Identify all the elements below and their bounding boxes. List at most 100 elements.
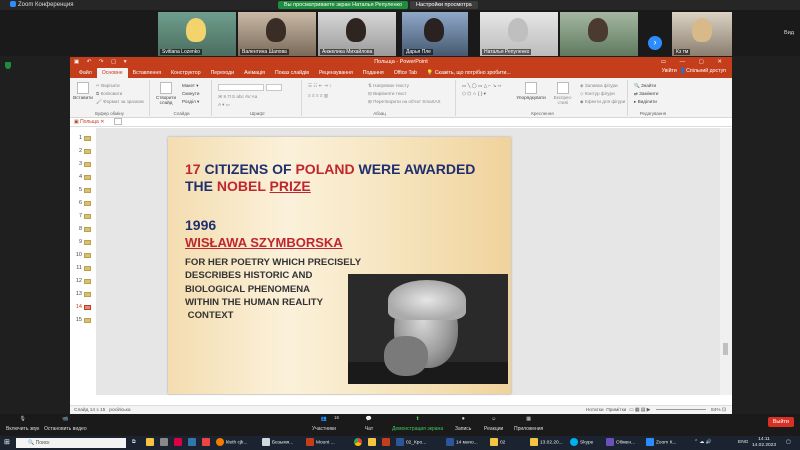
comments-button[interactable]: Примітки bbox=[606, 408, 626, 413]
clock[interactable]: 14:11 14.02.2023 bbox=[752, 437, 776, 449]
slide-thumbnail[interactable]: 9 bbox=[72, 238, 94, 248]
tab-home[interactable]: Основне bbox=[96, 68, 128, 78]
app-icon[interactable] bbox=[368, 438, 378, 448]
tab-file[interactable]: Файл bbox=[74, 68, 97, 78]
taskbar-item[interactable]: 13.02.20... bbox=[530, 438, 563, 448]
slide-thumbnail[interactable]: 5 bbox=[72, 186, 94, 196]
slide-thumbnail[interactable]: 7 bbox=[72, 212, 94, 222]
record-button[interactable]: ⏺ Запись bbox=[455, 416, 471, 432]
slide-thumbnail[interactable]: 11 bbox=[72, 264, 94, 274]
shape-outline-button[interactable]: ◇ Контур фігури bbox=[580, 91, 615, 97]
taskbar-item[interactable]: Mount ... bbox=[306, 438, 335, 448]
app-icon[interactable] bbox=[382, 438, 392, 448]
window-controls[interactable]: ▭ — ▢ ✕ bbox=[661, 57, 728, 67]
scrollbar-thumb[interactable] bbox=[723, 343, 728, 355]
select-button[interactable]: ▸ Виділити bbox=[634, 99, 657, 105]
view-button[interactable]: Вид bbox=[784, 30, 794, 36]
view-options-button[interactable]: Настройки просмотра bbox=[410, 1, 478, 9]
smartart-button[interactable]: ⊞ Перетворити на об'єкт SmartArt bbox=[368, 99, 440, 105]
shape-fill-button[interactable]: ◈ Заливка фігури bbox=[580, 83, 618, 89]
chat-button[interactable]: 💬 Чат bbox=[364, 416, 374, 432]
taskbar-item[interactable]: Zoom К... bbox=[646, 438, 676, 448]
app-icon[interactable] bbox=[188, 438, 198, 448]
font-format-buttons[interactable]: Ж К П S abc AV Aa bbox=[218, 94, 257, 99]
slide-thumbnail[interactable]: 10 bbox=[72, 251, 94, 261]
participants-button[interactable]: 👥 Участники bbox=[312, 416, 336, 432]
find-button[interactable]: 🔍 Знайти bbox=[634, 83, 656, 89]
arrange-button[interactable]: Упорядкувати bbox=[516, 82, 546, 100]
participant-tile[interactable]: Svitlana Lozenko bbox=[158, 12, 236, 56]
sign-in-link[interactable]: Увійти bbox=[662, 68, 677, 74]
tab-design[interactable]: Конструктор bbox=[166, 68, 206, 78]
vertical-scrollbar[interactable] bbox=[720, 128, 732, 395]
document-tab[interactable]: ▣ Польща ✕ bbox=[74, 119, 104, 125]
app-icon[interactable] bbox=[160, 438, 170, 448]
participant-tile[interactable]: Наталья Репуленко bbox=[480, 12, 558, 56]
tab-review[interactable]: Рецензування bbox=[314, 68, 358, 78]
award-description[interactable]: FOR HER POETRY WHICH PRECISELY DESCRIBES… bbox=[185, 256, 375, 322]
slide-title[interactable]: 17 CITIZENS OF POLAND WERE AWARDED THE N… bbox=[185, 161, 505, 195]
taskbar-item[interactable]: 02_Кро... bbox=[396, 438, 426, 448]
slide-thumbnail[interactable]: 8 bbox=[72, 225, 94, 235]
slide-thumbnail[interactable]: 6 bbox=[72, 199, 94, 209]
format-painter-button[interactable]: 🖌 Формат за зразком bbox=[96, 99, 144, 105]
app-icon[interactable] bbox=[174, 438, 184, 448]
replace-button[interactable]: ⇄ Замінити bbox=[634, 91, 658, 97]
taskbar-item[interactable]: Безымя... bbox=[262, 438, 293, 448]
slide-thumbnail[interactable]: 3 bbox=[72, 160, 94, 170]
font-size-field[interactable] bbox=[266, 84, 282, 91]
taskbar-item[interactable]: 14 мачо... bbox=[446, 438, 478, 448]
participant-tile[interactable]: Кз тм bbox=[672, 12, 732, 56]
zoom-slider[interactable] bbox=[655, 409, 706, 411]
quick-access-toolbar[interactable]: ▣ ↶ ↷ ▢ ▾ bbox=[74, 57, 129, 67]
unmute-button[interactable]: 🎙 Включить звук bbox=[6, 416, 39, 432]
windows-start-icon[interactable]: ⊞ bbox=[4, 438, 10, 448]
cut-button[interactable]: ✂ Вирізати bbox=[96, 83, 120, 89]
tray-icons[interactable]: ⌃ ☁ 🔊 bbox=[694, 438, 711, 448]
zoom-level[interactable]: 84% bbox=[711, 408, 721, 413]
participant-tile[interactable]: Дарья Пле bbox=[402, 12, 468, 56]
participant-tile[interactable] bbox=[560, 12, 638, 56]
slide-thumbnail[interactable]: 4 bbox=[72, 173, 94, 183]
font-name-field[interactable] bbox=[218, 84, 264, 91]
new-tab-button[interactable] bbox=[113, 118, 122, 126]
list-buttons[interactable]: ☰ ☷ ⇤ ⇥ ↕ bbox=[308, 83, 331, 89]
tab-view[interactable]: Подання bbox=[358, 68, 389, 78]
taskbar-item[interactable]: Skype bbox=[570, 438, 593, 448]
language-indicator[interactable]: російська bbox=[109, 408, 130, 413]
task-view-icon[interactable]: ⧉ bbox=[132, 438, 135, 448]
align-buttons[interactable]: ≡ ≡ ≡ ≡ ▥ bbox=[308, 93, 328, 99]
taskbar-item[interactable]: Обмен... bbox=[606, 438, 635, 448]
taskbar-item[interactable]: kleth cjk... bbox=[216, 438, 247, 448]
tab-transitions[interactable]: Переходи bbox=[206, 68, 240, 78]
leave-button[interactable]: Выйти bbox=[767, 417, 794, 427]
taskbar-search[interactable]: 🔍 Поиск bbox=[16, 438, 126, 448]
stop-video-button[interactable]: 📹 Остановить видео bbox=[44, 416, 87, 432]
section-button[interactable]: Розділ ▾ bbox=[182, 99, 199, 105]
slide-thumbnail-selected[interactable]: 14 bbox=[72, 303, 94, 313]
tell-me-box[interactable]: 💡 Скажіть, що потрібно зробити... bbox=[422, 68, 516, 78]
tab-slideshow[interactable]: Показ слайдів bbox=[270, 68, 314, 78]
tab-insert[interactable]: Вставлення bbox=[128, 68, 166, 78]
fit-slide-icon[interactable]: ⊡ bbox=[722, 408, 726, 413]
slide-thumbnail[interactable]: 1 bbox=[72, 134, 94, 144]
paste-button[interactable]: Вставити bbox=[72, 82, 94, 100]
font-color-buttons[interactable]: A ▾ ▭ bbox=[218, 102, 230, 108]
explorer-icon[interactable] bbox=[146, 438, 156, 448]
shapes-gallery[interactable]: ▭ ╲ ◯ ▭ △ ⌐ ↘ ⇨ bbox=[462, 83, 501, 89]
shapes-gallery-row2[interactable]: ⬡ ⬠ ☆ { } ▾ bbox=[462, 91, 486, 97]
slide[interactable]: 17 CITIZENS OF POLAND WERE AWARDED THE N… bbox=[168, 137, 511, 394]
tab-office-tab[interactable]: Office Tab bbox=[389, 68, 422, 78]
language-indicator[interactable]: ENG bbox=[738, 438, 748, 448]
reset-button[interactable]: Скинути bbox=[182, 91, 199, 96]
reactions-button[interactable]: ☺ Реакции bbox=[484, 416, 503, 432]
share-screen-button[interactable]: ⬆ Демонстрация экрана bbox=[392, 416, 443, 432]
participant-tile[interactable]: Анжелика Михайлова bbox=[318, 12, 396, 56]
slide-thumbnail[interactable]: 2 bbox=[72, 147, 94, 157]
share-button[interactable]: Спільний доступ bbox=[686, 68, 726, 74]
slide-thumbnail[interactable]: 13 bbox=[72, 290, 94, 300]
slide-thumbnail[interactable]: 15 bbox=[72, 316, 94, 326]
slide-thumbnail[interactable]: 12 bbox=[72, 277, 94, 287]
copy-button[interactable]: ⧉ Копіювати bbox=[96, 91, 122, 96]
laureate-name[interactable]: WISŁAWA SZYMBORSKA bbox=[185, 235, 343, 250]
